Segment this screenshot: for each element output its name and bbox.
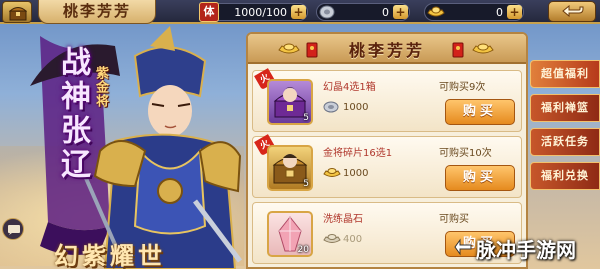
- page-title: 桃李芳芳: [38, 0, 156, 24]
- add-gold-button[interactable]: +: [507, 5, 522, 19]
- item-icon-frame[interactable]: 20: [267, 211, 313, 257]
- gold-ingot-icon: [323, 168, 341, 177]
- item-price: 400: [343, 234, 363, 245]
- stamina-counter: 体 1000/100 +: [199, 2, 308, 22]
- buy-button[interactable]: 购买: [445, 99, 515, 125]
- gold-ingot-icon: [323, 234, 341, 243]
- hero-slogan: 幻紫耀世: [54, 241, 166, 269]
- chat-button[interactable]: [2, 218, 24, 240]
- silver-value: 0: [382, 6, 389, 19]
- item-name: 金将碎片16选1: [323, 148, 393, 159]
- item-price: 1000: [343, 102, 369, 113]
- red-envelope-decor-icon: [452, 42, 464, 58]
- back-arrow-icon: [562, 5, 584, 18]
- add-stamina-button[interactable]: +: [291, 5, 306, 19]
- shop-item-row: 火爆 5 金将碎片16选1 1000 可购买10次 购买: [252, 134, 522, 198]
- silver-counter: 0 +: [316, 3, 410, 21]
- item-purchase-limit: 可购买9次: [439, 82, 486, 93]
- buy-button[interactable]: 购买: [445, 165, 515, 191]
- item-purchase-limit: 可购买: [439, 214, 469, 225]
- hero-name: 战神张辽: [55, 46, 90, 182]
- add-silver-button[interactable]: +: [393, 5, 408, 19]
- side-menu-item-value-welfare[interactable]: 超值福利: [530, 60, 600, 88]
- back-button[interactable]: [548, 1, 596, 22]
- shop-item-row: 火爆 5 幻晶4选1箱 1000 可购买9次 购买: [252, 68, 522, 132]
- item-price: 1000: [343, 168, 369, 179]
- hero-showcase: 战神张辽 紫金将 幻紫耀世: [0, 26, 244, 269]
- silver-coin-icon: [323, 101, 339, 113]
- chat-bubble-icon: [8, 225, 20, 235]
- stamina-badge: 体: [199, 2, 219, 22]
- gold-value: 0: [496, 6, 503, 19]
- item-count: 5: [303, 179, 309, 189]
- item-name: 洗练晶石: [323, 214, 363, 225]
- item-count: 20: [297, 245, 309, 255]
- side-menu-item-welfare-exchange[interactable]: 福利兑换: [530, 162, 600, 190]
- hero-rank: 紫金将: [93, 66, 108, 108]
- item-name: 幻晶4选1箱: [323, 82, 376, 93]
- chest-home-icon: [9, 7, 27, 21]
- item-purchase-limit: 可购买10次: [439, 148, 492, 159]
- home-button[interactable]: [2, 1, 32, 23]
- gold-ingot-decor-icon: [472, 43, 494, 54]
- watermark-logo-icon: [454, 238, 472, 256]
- shop-header: 桃李芳芳: [248, 34, 526, 64]
- stamina-value: 1000/100: [234, 6, 287, 19]
- silver-coin-icon: [319, 5, 335, 19]
- gold-counter: 0 +: [424, 3, 524, 21]
- side-menu-item-welfare-basket[interactable]: 福利禅篮: [530, 94, 600, 122]
- side-menu-item-active-tasks[interactable]: 活跃任务: [530, 128, 600, 156]
- watermark-text: 脉冲手游网: [476, 238, 576, 262]
- top-bar: 桃李芳芳 体 1000/100 + 0 + 0 +: [0, 0, 600, 24]
- item-icon-frame[interactable]: 5: [267, 145, 313, 191]
- hero-zhang-liao-illustration: [30, 26, 242, 269]
- item-icon-frame[interactable]: 5: [267, 79, 313, 125]
- item-count: 5: [303, 113, 309, 123]
- gold-ingot-icon: [427, 6, 445, 17]
